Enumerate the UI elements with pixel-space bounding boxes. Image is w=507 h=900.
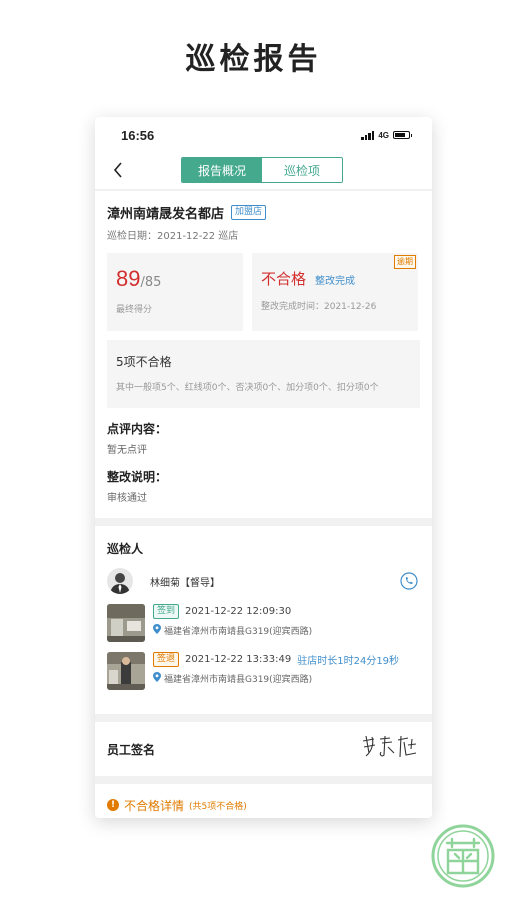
checkout-record: 签退 2021-12-22 13:33:49 驻店时长1时24分19秒 福建省漳… [107, 652, 420, 690]
comment-label: 点评内容： [107, 422, 168, 436]
signature-card: 员工签名 [95, 722, 432, 776]
checkin-address: 福建省漳州市南靖县G319(迎宾西路) [164, 627, 313, 637]
signal-icon [361, 130, 375, 140]
checkout-photo[interactable] [107, 652, 145, 690]
phone-screen: 16:56 4G 报告概况 巡检项 漳州南靖晟发名都店 加盟店 巡检日期：202… [95, 117, 432, 818]
stay-duration: 驻店时长1时24分19秒 [297, 656, 400, 667]
report-tabs: 报告概况 巡检项 [181, 157, 343, 183]
fail-summary-detail: 其中一般项5个、红线项0个、否决项0个、加分项0个、扣分项0个 [116, 383, 379, 393]
score-total: /85 [140, 275, 162, 290]
checkin-photo[interactable] [107, 604, 145, 642]
chevron-left-icon[interactable] [105, 157, 131, 183]
final-score: 89 [116, 266, 141, 291]
nav-bar: 报告概况 巡检项 [95, 153, 432, 189]
inspection-date: 巡检日期：2021-12-22 巡店 [107, 231, 239, 242]
fail-detail-row[interactable]: ! 不合格详情 (共5项不合格) [95, 784, 432, 818]
report-overview-card: 漳州南靖晟发名都店 加盟店 巡检日期：2021-12-22 巡店 89 /85 … [95, 191, 432, 518]
battery-icon [393, 131, 412, 139]
signature-label: 员工签名 [107, 742, 156, 757]
fail-summary-box: 5项不合格 其中一般项5个、红线项0个、否决项0个、加分项0个、扣分项0个 [107, 340, 420, 408]
phone-icon[interactable] [400, 572, 418, 594]
score-label: 最终得分 [116, 305, 153, 315]
comment-value: 暂无点评 [107, 445, 147, 456]
fail-summary-title: 5项不合格 [116, 355, 172, 369]
inspector-card: 巡检人 林细菊【督导】 签到 2021-12-22 12:09:30 福建省漳州… [95, 526, 432, 714]
signature-image[interactable] [360, 733, 420, 765]
brand-logo-icon [430, 823, 496, 893]
checkin-time: 2021-12-22 12:09:30 [185, 606, 292, 617]
inspector-section-title: 巡检人 [107, 542, 144, 556]
avatar [107, 568, 133, 594]
checkout-time: 2021-12-22 13:33:49 [185, 654, 292, 665]
checkout-address: 福建省漳州市南靖县G319(迎宾西路) [164, 675, 313, 685]
tab-inspection-items[interactable]: 巡检项 [262, 158, 342, 182]
fail-detail-label: 不合格详情 [124, 798, 185, 813]
result-status: 不合格 [261, 270, 307, 288]
status-time: 16:56 [121, 127, 155, 143]
score-box: 89 /85 最终得分 [107, 253, 243, 331]
checkout-tag: 签退 [153, 652, 180, 667]
rectify-status: 整改完成 [315, 276, 356, 287]
rectify-note-label: 整改说明： [107, 470, 168, 484]
inspector-name: 林细菊【督导】 [150, 577, 220, 589]
store-name: 漳州南靖晟发名都店 [107, 207, 225, 222]
result-box: 逾期 不合格 整改完成 整改完成时间：2021-12-26 [252, 253, 418, 331]
page-title: 巡检报告 [185, 42, 322, 77]
location-pin-icon [153, 672, 161, 685]
tab-report-overview[interactable]: 报告概况 [182, 158, 262, 182]
warning-icon: ! [107, 799, 119, 811]
location-pin-icon [153, 624, 161, 637]
overdue-badge: 逾期 [394, 255, 416, 269]
rectify-note-value: 审核通过 [107, 493, 147, 504]
network-type: 4G [378, 130, 389, 140]
checkin-tag: 签到 [153, 604, 180, 619]
rectify-time: 整改完成时间：2021-12-26 [261, 302, 377, 312]
store-type-badge: 加盟店 [231, 205, 267, 220]
status-bar: 16:56 4G [95, 117, 432, 153]
fail-detail-count: (共5项不合格) [189, 801, 247, 812]
checkin-record: 签到 2021-12-22 12:09:30 福建省漳州市南靖县G319(迎宾西… [107, 604, 420, 642]
